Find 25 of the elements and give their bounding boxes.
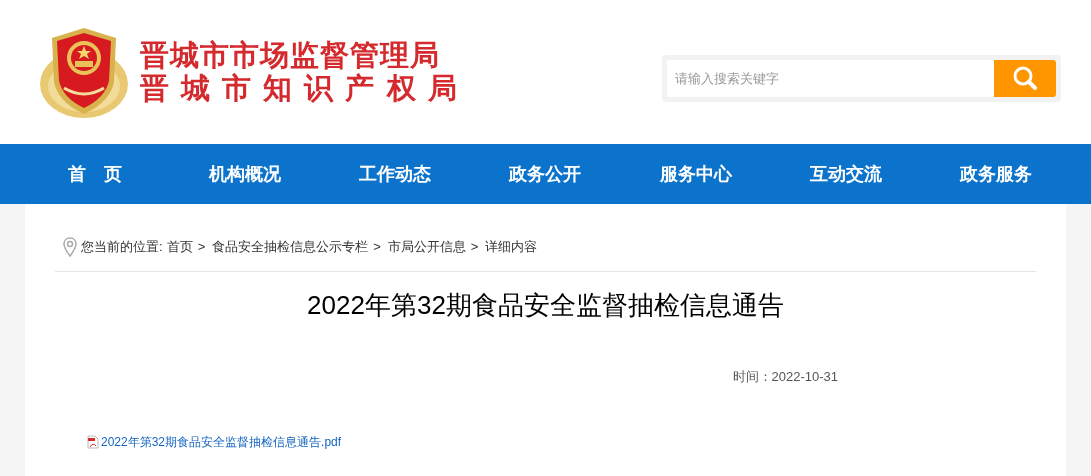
breadcrumb-link[interactable]: 市局公开信息 — [387, 236, 466, 257]
nav-item[interactable]: 工作动态 — [349, 154, 442, 194]
breadcrumb-link[interactable]: 食品安全抽检信息公示专栏 — [212, 236, 369, 257]
breadcrumb-separator: > — [373, 237, 381, 256]
article-title: 2022年第32期食品安全监督抽检信息通告 — [307, 289, 784, 322]
agency-name: 晋城市市场监督管理局 — [140, 39, 441, 72]
location-pin-icon — [63, 236, 77, 257]
nav-item[interactable]: 首 页 — [58, 154, 133, 194]
breadcrumb-link[interactable]: 首页 — [166, 236, 193, 257]
breadcrumb-link[interactable]: 详细内容 — [485, 236, 538, 257]
nav-item[interactable]: 机构概况 — [199, 154, 292, 194]
search-field[interactable]: 请输入搜索关键字 — [667, 59, 994, 97]
search-icon — [1012, 65, 1038, 91]
nav-item[interactable]: 互动交流 — [799, 154, 892, 194]
nav-item[interactable]: 政务公开 — [499, 154, 592, 194]
breadcrumb-separator: > — [470, 237, 479, 256]
agency-name: 晋 城 市 知 识 产 权 局 — [140, 72, 458, 105]
pdf-file-icon — [87, 434, 99, 449]
attachment-link[interactable]: 2022年第32期食品安全监督抽检信息通告.pdf — [101, 432, 342, 451]
publish-time: 时间：2022-10-31 — [732, 368, 838, 386]
nav-item[interactable]: 政务服务 — [949, 154, 1042, 194]
nav-item[interactable]: 服务中心 — [649, 154, 742, 194]
search-button[interactable] — [994, 59, 1056, 97]
breadcrumb-separator: > — [197, 237, 206, 256]
breadcrumb-label: 您当前的位置: — [81, 237, 163, 256]
